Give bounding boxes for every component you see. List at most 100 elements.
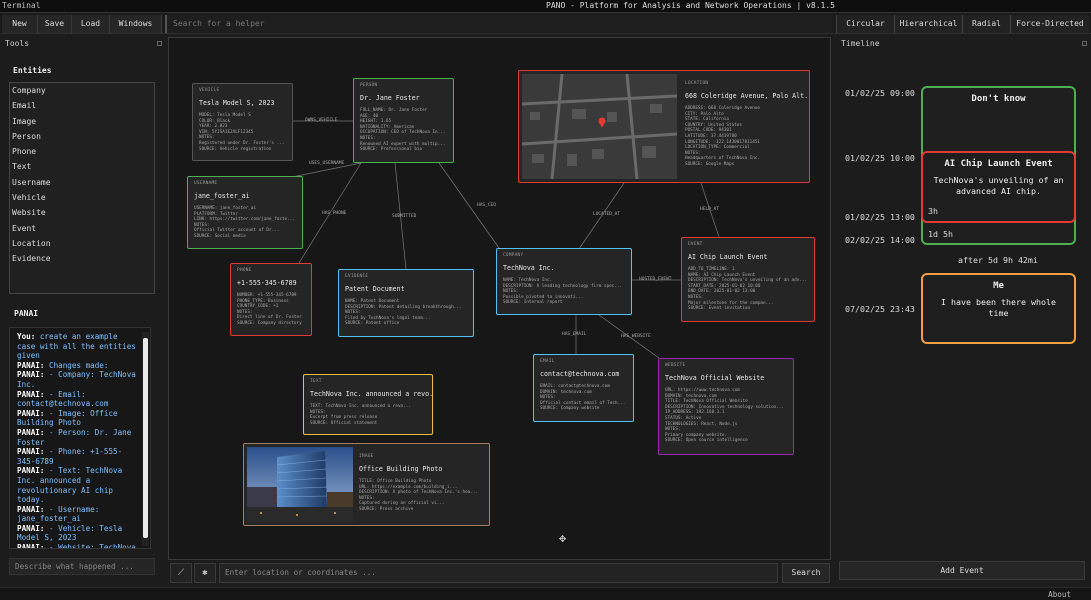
node-type: USERNAME <box>194 181 218 186</box>
node-attr-line: SOURCE: Internal report <box>503 300 563 306</box>
image-node[interactable]: IMAGE Office Building Photo TITLE: Offic… <box>243 443 490 526</box>
node-type: PERSON <box>360 83 378 88</box>
entity-evidence[interactable]: Evidence <box>10 251 154 266</box>
image-info: IMAGE Office Building Photo TITLE: Offic… <box>359 454 487 513</box>
layout-radial-button[interactable]: Radial <box>962 15 1010 33</box>
event-title: Don't know <box>971 94 1026 104</box>
entity-email[interactable]: Email <box>10 98 154 113</box>
describe-input[interactable]: Describe what happened ... <box>9 558 155 575</box>
chat-message: PANAI: - Company: TechNova Inc. <box>17 370 138 389</box>
chat-message: PANAI: - Image: Office Building Photo <box>17 409 138 428</box>
node-name: Tesla Model S, 2023 <box>199 99 275 107</box>
node-attr-line: SOURCE: Social media <box>194 233 246 239</box>
canvas-bottom-bar: ⟋ ✱ Enter location or coordinates ... Se… <box>168 563 831 585</box>
node-type: EMAIL <box>540 359 555 364</box>
timeline-undock-icon[interactable] <box>1082 41 1087 46</box>
graph-canvas[interactable]: OWNS_VEHICLE USES_USERNAME HAS_PHONE SUB… <box>168 37 831 560</box>
helper-search-input[interactable]: Search for a helper <box>165 15 833 33</box>
node-name: 668 Coleridge Avenue, Palo Alt... <box>685 92 810 100</box>
node-type: PHONE <box>237 268 252 273</box>
edge-label-held-at: HELD_AT <box>700 207 719 212</box>
edge-label-located-at: LOCATED_AT <box>593 212 621 217</box>
entity-website[interactable]: Website <box>10 205 154 220</box>
event-duration: 3h <box>928 206 938 216</box>
chat-sender: PANAI: <box>17 523 50 533</box>
tool-icon[interactable]: ✱ <box>194 563 216 583</box>
title-bar: Terminal PANO - Platform for Analysis an… <box>0 0 1091 13</box>
entity-vehicle[interactable]: Vehicle <box>10 190 154 205</box>
entity-location[interactable]: Location <box>10 236 154 251</box>
entity-event[interactable]: Event <box>10 221 154 236</box>
event-title: AI Chip Launch Event <box>944 159 1053 169</box>
node-attr-line: SOURCE: Open source intelligence <box>665 438 748 444</box>
timeline-header: Timeline <box>841 39 880 48</box>
node-attr-line: SOURCE: Company website <box>540 406 600 412</box>
chat-scrollbar-thumb[interactable] <box>143 338 148 538</box>
chat-sender: PANAI: <box>17 389 50 399</box>
event-node[interactable]: EVENT AI Chip Launch Event ADD_TO_TIMELI… <box>681 237 815 322</box>
event-card-ai-chip-launch[interactable]: AI Chip Launch Event TechNova's unveilin… <box>921 151 1076 223</box>
chat-sender: PANAI: <box>17 466 50 476</box>
evidence-node[interactable]: EVIDENCE Patent Document NAME: Patent Do… <box>338 269 474 337</box>
load-button[interactable]: Load <box>72 15 110 33</box>
chat-scrollbar[interactable] <box>142 332 149 546</box>
node-attrs: FULL_NAME: Dr. Jane Foster AGE: 40 HEIGHT:… <box>360 108 447 153</box>
terminal-label: Terminal <box>2 1 41 10</box>
layout-hierarchical-button[interactable]: Hierarchical <box>894 15 962 33</box>
tools-undock-icon[interactable] <box>157 41 162 46</box>
entity-person[interactable]: Person <box>10 129 154 144</box>
entity-company[interactable]: Company <box>10 83 154 98</box>
location-node[interactable]: LOCATION 668 Coleridge Avenue, Palo Alt.… <box>518 70 810 183</box>
timeline-time: 01/02/25 13:00 <box>845 212 915 222</box>
node-attrs: EMAIL: contact@technova.com DOMAIN: techn… <box>540 384 627 412</box>
edge-label-hosted-event: HOSTED_EVENT <box>639 277 672 282</box>
phone-node[interactable]: PHONE +1-555-345-6789 NUMBER: +1-555-345… <box>230 263 312 336</box>
edge-label-has-website: HAS_WEBSITE <box>621 334 651 339</box>
email-node[interactable]: EMAIL contact@technova.com EMAIL: contac… <box>533 354 634 422</box>
layout-force-directed-button[interactable]: Force-Directed <box>1010 15 1089 33</box>
chat-text: - Website: TechNova <box>49 543 136 549</box>
chat-text: Changes made: <box>49 360 109 370</box>
node-name: contact@technova.com <box>540 370 620 378</box>
entity-image[interactable]: Image <box>10 114 154 129</box>
status-bar: About <box>0 587 1091 600</box>
node-attr-line: SOURCE: Vehicle registration <box>199 146 272 152</box>
event-description: TechNova's unveiling of an advanced AI c… <box>933 175 1064 196</box>
event-card-me[interactable]: Me I have been there whole time <box>921 273 1076 344</box>
username-node[interactable]: USERNAME jane_foster_ai USERNAME: jane_f… <box>187 176 303 249</box>
node-attr-line: DESCRIPTION: Patent detailing breakthrou… <box>345 304 462 310</box>
node-attr-line: DESCRIPTION: A photo of TechNova Inc.'s … <box>359 490 478 496</box>
website-node[interactable]: WEBSITE TechNova Official Website URL: h… <box>658 358 794 455</box>
pin-icon[interactable]: ⟋ <box>170 563 192 583</box>
person-node[interactable]: PERSON Dr. Jane Foster FULL_NAME: Dr. Ja… <box>353 78 454 163</box>
chat-sender: PANAI: <box>17 543 50 549</box>
entity-text[interactable]: Text <box>10 159 154 174</box>
node-name: AI Chip Launch Event <box>688 253 768 261</box>
node-attr-line: DESCRIPTION: A leading technology firm s… <box>503 283 622 289</box>
add-event-button[interactable]: Add Event <box>839 561 1085 580</box>
vehicle-node[interactable]: VEHICLE Tesla Model S, 2023 MODEL: Tesla… <box>192 83 293 161</box>
text-node[interactable]: TEXT TechNova Inc. announced a revo... T… <box>303 374 433 435</box>
location-input[interactable]: Enter location or coordinates ... <box>219 563 778 583</box>
office-building-graphic <box>247 447 353 522</box>
new-button[interactable]: New <box>2 15 38 33</box>
company-node[interactable]: COMPANY TechNova Inc. NAME: TechNova Inc… <box>496 248 632 315</box>
event-title: Me <box>993 281 1004 291</box>
node-type: EVIDENCE <box>345 274 369 279</box>
node-name: Dr. Jane Foster <box>360 94 420 102</box>
save-button[interactable]: Save <box>38 15 72 33</box>
location-search-button[interactable]: Search <box>782 563 830 583</box>
chat-sender: PANAI: <box>17 370 50 380</box>
node-attr-line: SOURCE: Official statement <box>310 420 378 426</box>
about-link[interactable]: About <box>1048 590 1071 599</box>
entity-username[interactable]: Username <box>10 175 154 190</box>
windows-button[interactable]: Windows <box>110 15 162 33</box>
chat-sender: You: <box>17 332 40 341</box>
layout-circular-button[interactable]: Circular <box>836 15 894 33</box>
entity-phone[interactable]: Phone <box>10 144 154 159</box>
tools-header: Tools <box>5 39 30 48</box>
edge-label-uses-username: USES_USERNAME <box>309 161 345 166</box>
edge-label-submitted: SUBMITTED <box>392 214 417 219</box>
node-name: TechNova Inc. <box>503 264 555 272</box>
panai-chat-log: You: create an example case with all the… <box>9 327 151 549</box>
